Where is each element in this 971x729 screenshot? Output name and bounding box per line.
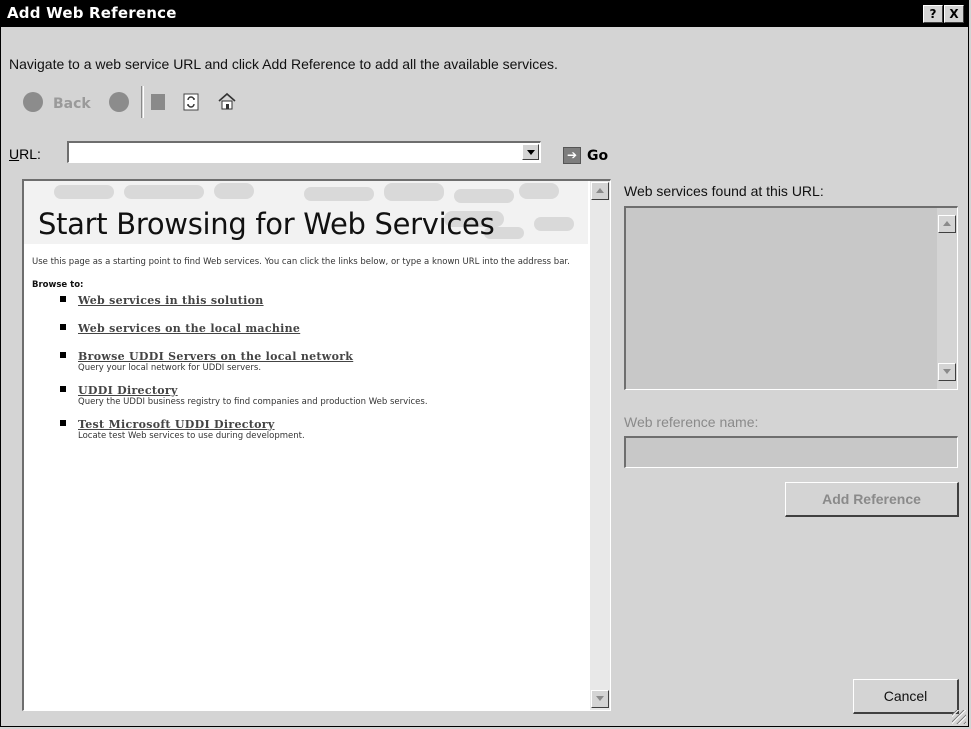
add-reference-button[interactable]: Add Reference [785, 482, 959, 517]
title-bar[interactable]: Add Web Reference ? X [1, 1, 968, 27]
banner-decoration [304, 187, 374, 201]
go-label: Go [587, 148, 609, 164]
back-label: Back [53, 96, 91, 112]
list-item: Test Microsoft UDDI Directory Locate test… [32, 418, 582, 441]
banner-decoration [214, 183, 254, 199]
refresh-icon [183, 93, 199, 111]
chevron-down-icon [596, 696, 604, 701]
banner-decoration [124, 185, 204, 199]
banner-decoration [384, 183, 444, 201]
browse-to-label: Browse to: [32, 280, 84, 290]
url-label: URL: [9, 146, 41, 162]
toolbar-separator [141, 86, 144, 118]
bullet-icon [60, 296, 66, 302]
banner-decoration [534, 217, 574, 231]
chevron-up-icon [943, 221, 951, 226]
bullet-icon [60, 386, 66, 392]
bullet-icon [60, 420, 66, 426]
browser-content: Use this page as a starting point to fin… [32, 257, 582, 456]
link-description: Locate test Web services to use during d… [78, 431, 305, 441]
cancel-button[interactable]: Cancel [853, 679, 959, 714]
url-input[interactable] [71, 144, 511, 160]
link-description: Query your local network for UDDI server… [78, 363, 262, 373]
services-list-scrollbar[interactable] [937, 208, 957, 389]
browser-scrollbar[interactable] [590, 181, 610, 710]
scroll-up-button[interactable] [938, 215, 956, 233]
link-local-machine-services[interactable]: Web services on the local machine [78, 322, 582, 335]
services-found-list[interactable] [624, 206, 958, 390]
scroll-down-button[interactable] [938, 363, 956, 381]
services-found-label: Web services found at this URL: [624, 183, 824, 199]
scroll-up-button[interactable] [591, 182, 609, 200]
url-label-text: RL: [19, 146, 41, 162]
close-button[interactable]: X [944, 5, 964, 23]
forward-button[interactable] [109, 92, 129, 112]
add-web-reference-dialog: Add Web Reference ? X Navigate to a web … [0, 0, 969, 727]
go-arrow-icon: ➔ [563, 147, 581, 164]
bullet-icon [60, 324, 66, 330]
scroll-down-button[interactable] [591, 690, 609, 708]
banner-decoration [519, 183, 559, 199]
link-browse-uddi-servers[interactable]: Browse UDDI Servers on the local network [78, 350, 582, 363]
stop-icon [151, 94, 165, 110]
dialog-title: Add Web Reference [7, 4, 177, 22]
url-dropdown-button[interactable] [522, 144, 539, 160]
link-test-uddi-directory[interactable]: Test Microsoft UDDI Directory [78, 418, 582, 431]
url-label-accesskey: U [9, 146, 20, 162]
url-combobox[interactable] [67, 141, 541, 163]
page-heading: Start Browsing for Web Services [38, 207, 495, 241]
home-icon [218, 92, 236, 110]
browser-pane[interactable]: Start Browsing for Web Services Use this… [22, 179, 611, 711]
chevron-down-icon [943, 369, 951, 374]
banner-decoration [454, 189, 514, 203]
resize-grip[interactable] [952, 710, 966, 724]
link-solution-services[interactable]: Web services in this solution [78, 294, 582, 307]
banner-decoration [54, 185, 114, 199]
web-reference-name-field[interactable] [624, 436, 958, 468]
banner: Start Browsing for Web Services [24, 181, 588, 244]
list-item: Web services on the local machine [32, 322, 582, 335]
link-description: Query the UDDI business registry to find… [78, 397, 428, 407]
link-uddi-directory[interactable]: UDDI Directory [78, 384, 582, 397]
intro-text: Use this page as a starting point to fin… [32, 257, 570, 267]
web-reference-name-label: Web reference name: [624, 414, 759, 430]
help-button[interactable]: ? [923, 5, 943, 23]
chevron-up-icon [596, 188, 604, 193]
back-icon [23, 92, 43, 112]
list-item: UDDI Directory Query the UDDI business re… [32, 384, 582, 407]
home-button[interactable] [218, 92, 236, 113]
refresh-button[interactable] [183, 93, 199, 114]
back-button[interactable]: Back [23, 92, 91, 112]
list-item: Browse UDDI Servers on the local network… [32, 350, 582, 373]
list-item: Web services in this solution [32, 294, 582, 307]
bullet-icon [60, 352, 66, 358]
forward-icon [109, 92, 129, 112]
chevron-down-icon [527, 150, 535, 155]
instruction-text: Navigate to a web service URL and click … [9, 56, 558, 72]
links-list: Web services in this solution Web servic… [32, 294, 582, 441]
stop-button[interactable] [151, 94, 165, 110]
